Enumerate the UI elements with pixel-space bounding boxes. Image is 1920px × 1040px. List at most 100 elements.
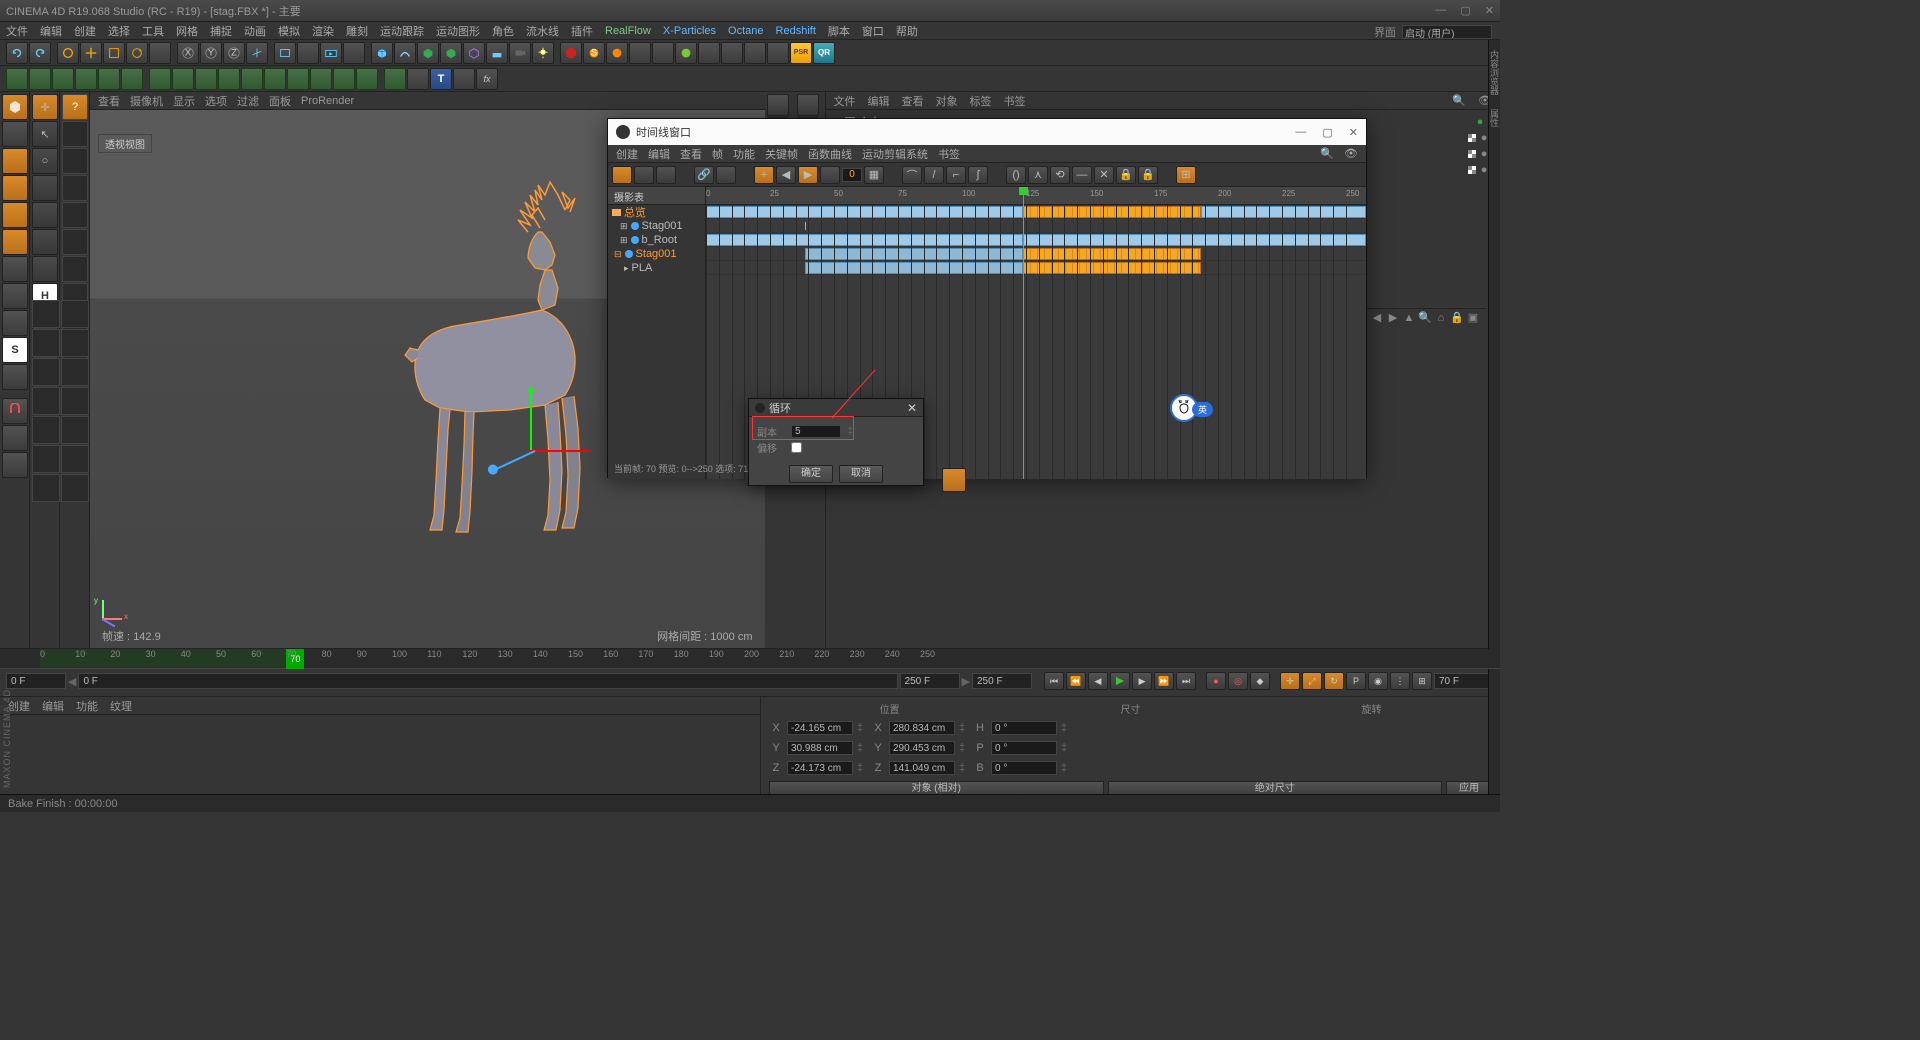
tlwin-tracks[interactable] <box>706 205 1366 275</box>
menu-window[interactable]: 窗口 <box>862 23 884 39</box>
vp-menu-options[interactable]: 选项 <box>205 93 227 109</box>
tool-brush-button[interactable] <box>32 202 58 228</box>
tl-link-button[interactable]: 🔗 <box>694 166 714 184</box>
undo-button[interactable] <box>6 42 28 64</box>
vp-menu-display[interactable]: 显示 <box>173 93 195 109</box>
tl-mode-dopesheet-button[interactable] <box>612 166 632 184</box>
z-lock-button[interactable]: Z <box>223 42 245 64</box>
tl-break-button[interactable]: ⋏ <box>1028 166 1048 184</box>
menu-pipeline[interactable]: 流水线 <box>526 23 559 39</box>
current-frame-display[interactable] <box>1434 673 1494 689</box>
menu-file[interactable]: 文件 <box>6 23 28 39</box>
plugin-psr-button[interactable]: PSR <box>790 42 812 64</box>
spline-pen-button[interactable] <box>394 42 416 64</box>
gen-connect-button[interactable] <box>241 68 263 90</box>
content-browser-button[interactable] <box>767 42 789 64</box>
tlmenu-edit[interactable]: 编辑 <box>648 146 670 162</box>
prev-frame-button[interactable]: ◀ <box>1088 672 1108 690</box>
tlmenu-create[interactable]: 创建 <box>616 146 638 162</box>
mat-slot[interactable] <box>61 474 89 502</box>
generator2-button[interactable] <box>440 42 462 64</box>
tool-liveselect-button[interactable]: ○ <box>32 148 58 174</box>
next-key-button[interactable]: ⏩ <box>1154 672 1174 690</box>
menu-edit[interactable]: 编辑 <box>40 23 62 39</box>
menu-octane[interactable]: Octane <box>728 25 763 37</box>
coord-system-button[interactable] <box>246 42 268 64</box>
menu-snap[interactable]: 捕捉 <box>210 23 232 39</box>
tl-remove-button[interactable]: ✕ <box>1094 166 1114 184</box>
timeline-window[interactable]: 时间线窗口 — ▢ ✕ 创建 编辑 查看 帧 功能 关键帧 函数曲线 运动剪辑系… <box>607 118 1367 478</box>
objmenu-view[interactable]: 查看 <box>902 93 924 109</box>
autokey-button[interactable]: ◎ <box>1228 672 1248 690</box>
generator-button[interactable] <box>417 42 439 64</box>
gen-extrude-button[interactable] <box>29 68 51 90</box>
tl-locktime-button[interactable]: 🔒 <box>1138 166 1158 184</box>
mat-slot[interactable] <box>61 416 89 444</box>
attr-search-icon[interactable]: 🔍 <box>1418 311 1432 325</box>
goto-start-button[interactable]: ⏮ <box>1044 672 1064 690</box>
tool-lasso-button[interactable] <box>32 175 58 201</box>
frame-start-field[interactable] <box>6 673 66 689</box>
attr-fwd-icon[interactable]: ▶ <box>1386 311 1400 325</box>
tlwin-playhead[interactable] <box>1023 187 1024 479</box>
tl-region-button[interactable] <box>820 166 840 184</box>
loop-ok-button[interactable]: 确定 <box>789 465 833 483</box>
render-view-button[interactable] <box>274 42 296 64</box>
minimize-button[interactable]: — <box>1435 4 1446 17</box>
mat-slot[interactable] <box>61 329 89 357</box>
menu-mograph[interactable]: 运动图形 <box>436 23 480 39</box>
play-button[interactable] <box>1110 672 1130 690</box>
plugin-grass-button[interactable] <box>698 42 720 64</box>
vp-menu-prorender[interactable]: ProRender <box>301 95 354 107</box>
menu-simulate[interactable]: 模拟 <box>278 23 300 39</box>
tlmenu-key[interactable]: 关键帧 <box>765 146 798 162</box>
tlwin-ruler[interactable]: 0255075100125150175200225250 <box>706 187 1366 205</box>
key-opt3-button[interactable]: ⊞ <box>1412 672 1432 690</box>
close-button[interactable]: ✕ <box>1485 4 1494 17</box>
objmenu-bookmarks[interactable]: 书签 <box>1004 93 1026 109</box>
menu-animate[interactable]: 动画 <box>244 23 266 39</box>
plugin-browse-button[interactable] <box>744 42 766 64</box>
tl-snap-button[interactable]: ⊞ <box>1176 166 1196 184</box>
mat-slot[interactable] <box>32 387 60 415</box>
key-pla-button[interactable]: ◉ <box>1368 672 1388 690</box>
plugin-qr-button[interactable]: QR <box>813 42 835 64</box>
tool-b6[interactable] <box>62 256 88 282</box>
matmenu-edit[interactable]: 编辑 <box>42 698 64 714</box>
plugin-hot-button[interactable]: S <box>583 42 605 64</box>
tool-b2[interactable] <box>62 148 88 174</box>
objmgr-search-icon[interactable]: 🔍 <box>1452 94 1466 107</box>
mat-slot[interactable] <box>61 387 89 415</box>
x-lock-button[interactable]: X <box>177 42 199 64</box>
camera-button[interactable] <box>509 42 531 64</box>
menu-help[interactable]: 帮助 <box>896 23 918 39</box>
offset-checkbox[interactable] <box>791 442 802 453</box>
size-x-field[interactable] <box>889 721 955 735</box>
attr-back-icon[interactable]: ◀ <box>1370 311 1384 325</box>
timeline-ruler[interactable]: 70 0102030405060708090100110120130140150… <box>0 649 1500 669</box>
rotate-button[interactable] <box>126 42 148 64</box>
gen-instance-button[interactable] <box>264 68 286 90</box>
mode-edges-button[interactable] <box>2 202 28 228</box>
tool-select-button[interactable]: ↖ <box>32 121 58 147</box>
gen-splinemask-button[interactable] <box>218 68 240 90</box>
mat-slot[interactable] <box>32 445 60 473</box>
menu-realflow[interactable]: RealFlow <box>605 25 651 37</box>
objmenu-edit[interactable]: 编辑 <box>868 93 890 109</box>
display-tag-icon[interactable] <box>1467 149 1477 159</box>
objmenu-obj[interactable]: 对象 <box>936 93 958 109</box>
gen-sweep-button[interactable] <box>98 68 120 90</box>
y-lock-button[interactable]: Y <box>200 42 222 64</box>
key-scale-button[interactable]: ⤢ <box>1302 672 1322 690</box>
live-select-button[interactable] <box>57 42 79 64</box>
loop-close-button[interactable]: ✕ <box>907 401 917 415</box>
mat-slot[interactable] <box>32 474 60 502</box>
layout-dropdown[interactable] <box>1402 25 1492 39</box>
record-button[interactable]: ● <box>1206 672 1226 690</box>
dock-tab-2[interactable]: 属性 <box>1488 105 1501 131</box>
tl-tangent-linear[interactable]: / <box>924 166 944 184</box>
tool-q-button[interactable]: ? <box>62 94 88 120</box>
plugin-tools-button[interactable] <box>721 42 743 64</box>
mode-workplane-button[interactable] <box>2 364 28 390</box>
mode-texture-button[interactable] <box>2 121 28 147</box>
